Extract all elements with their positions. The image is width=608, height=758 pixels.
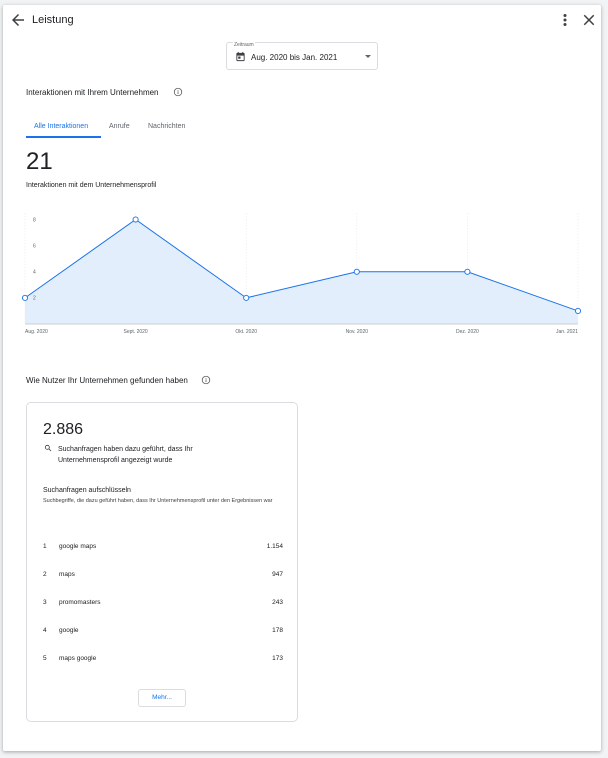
search-queries-card: 2.886 Suchanfragen haben dazu geführt, d… xyxy=(26,402,298,722)
info-icon[interactable] xyxy=(173,87,183,97)
query-rank: 2 xyxy=(43,571,47,578)
query-count: 178 xyxy=(272,627,283,634)
query-count: 947 xyxy=(272,571,283,578)
calendar-icon xyxy=(236,51,245,62)
chart-point xyxy=(574,307,582,314)
chart-area xyxy=(25,219,578,324)
arrow-back-icon[interactable] xyxy=(9,11,27,29)
breakdown-title: Suchanfragen aufschlüsseln xyxy=(43,487,131,494)
chart-point xyxy=(353,268,360,275)
chart-x-tick-label: Aug. 2020 xyxy=(25,329,48,335)
active-tab-indicator xyxy=(26,136,101,138)
interactions-total: 21 xyxy=(26,148,53,175)
date-range-value: Aug. 2020 bis Jan. 2021 xyxy=(251,53,338,62)
query-row: 3 promomasters 243 xyxy=(43,599,283,611)
query-count: 173 xyxy=(272,655,283,662)
query-rank: 4 xyxy=(43,627,47,634)
chart-x-tick-label: Okt. 2020 xyxy=(235,329,257,335)
query-count: 1.154 xyxy=(266,543,283,550)
interactions-section-title: Interaktionen mit Ihrem Unternehmen xyxy=(26,88,159,97)
query-rank: 5 xyxy=(43,655,47,662)
search-icon xyxy=(44,444,52,452)
tab-all-interactions[interactable]: Alle Interaktionen xyxy=(34,123,88,130)
date-range-select[interactable]: Zeitraum Aug. 2020 bis Jan. 2021 xyxy=(226,42,378,70)
interactions-chart: 2 4 6 8 Aug. 2020 Sept. 2020 Okt. 2020 Nov. 202… xyxy=(21,213,582,335)
discovery-section-title: Wie Nutzer Ihr Unternehmen gefunden habe… xyxy=(26,376,188,385)
tab-messages[interactable]: Nachrichten xyxy=(148,123,185,130)
interactions-total-label: Interaktionen mit dem Unternehmensprofil xyxy=(26,182,157,189)
performance-panel: Leistung Zeitraum Aug. 2020 bis Jan. 202… xyxy=(3,5,601,751)
query-row: 4 google 178 xyxy=(43,627,283,639)
close-icon[interactable] xyxy=(580,11,598,29)
searches-total: 2.886 xyxy=(43,421,84,438)
query-rank: 1 xyxy=(43,543,47,550)
query-term: maps google xyxy=(59,655,97,662)
panel-header: Leistung xyxy=(3,5,601,35)
query-row: 1 google maps 1.154 xyxy=(43,543,283,555)
query-term: promomasters xyxy=(59,599,101,606)
query-rank: 3 xyxy=(43,599,47,606)
tab-calls[interactable]: Anrufe xyxy=(109,123,130,130)
breakdown-subtitle: Suchbegriffe, die dazu geführt haben, da… xyxy=(43,498,273,504)
query-term: maps xyxy=(59,571,75,578)
chart-x-tick-label: Nov. 2020 xyxy=(346,329,369,335)
chart-y-tick-label: 4 xyxy=(33,270,36,276)
date-range-label: Zeitraum xyxy=(233,42,255,48)
searches-total-description: Suchanfragen haben dazu geführt, dass Ih… xyxy=(58,446,193,464)
chart-x-tick-label: Dez. 2020 xyxy=(456,329,479,335)
chart-y-tick-label: 6 xyxy=(33,243,36,249)
chart-point xyxy=(243,294,250,301)
chart-y-tick-label: 8 xyxy=(33,217,36,223)
chart-point xyxy=(132,216,139,223)
chart-point xyxy=(21,294,29,301)
more-queries-button[interactable]: Mehr... xyxy=(138,689,186,707)
panel-title: Leistung xyxy=(32,14,74,26)
query-count: 243 xyxy=(272,599,283,606)
chevron-down-icon xyxy=(365,55,371,58)
query-term: google xyxy=(59,627,79,634)
query-term: google maps xyxy=(59,543,97,550)
chart-x-tick-label: Jan. 2021 xyxy=(556,329,578,335)
chart-x-tick-label: Sept. 2020 xyxy=(124,329,148,335)
query-row: 5 maps google 173 xyxy=(43,655,283,667)
chart-y-tick-label: 2 xyxy=(33,296,36,302)
info-icon[interactable] xyxy=(201,375,211,385)
query-row: 2 maps 947 xyxy=(43,571,283,583)
more-vert-icon[interactable] xyxy=(556,11,574,29)
chart-point xyxy=(464,268,471,275)
